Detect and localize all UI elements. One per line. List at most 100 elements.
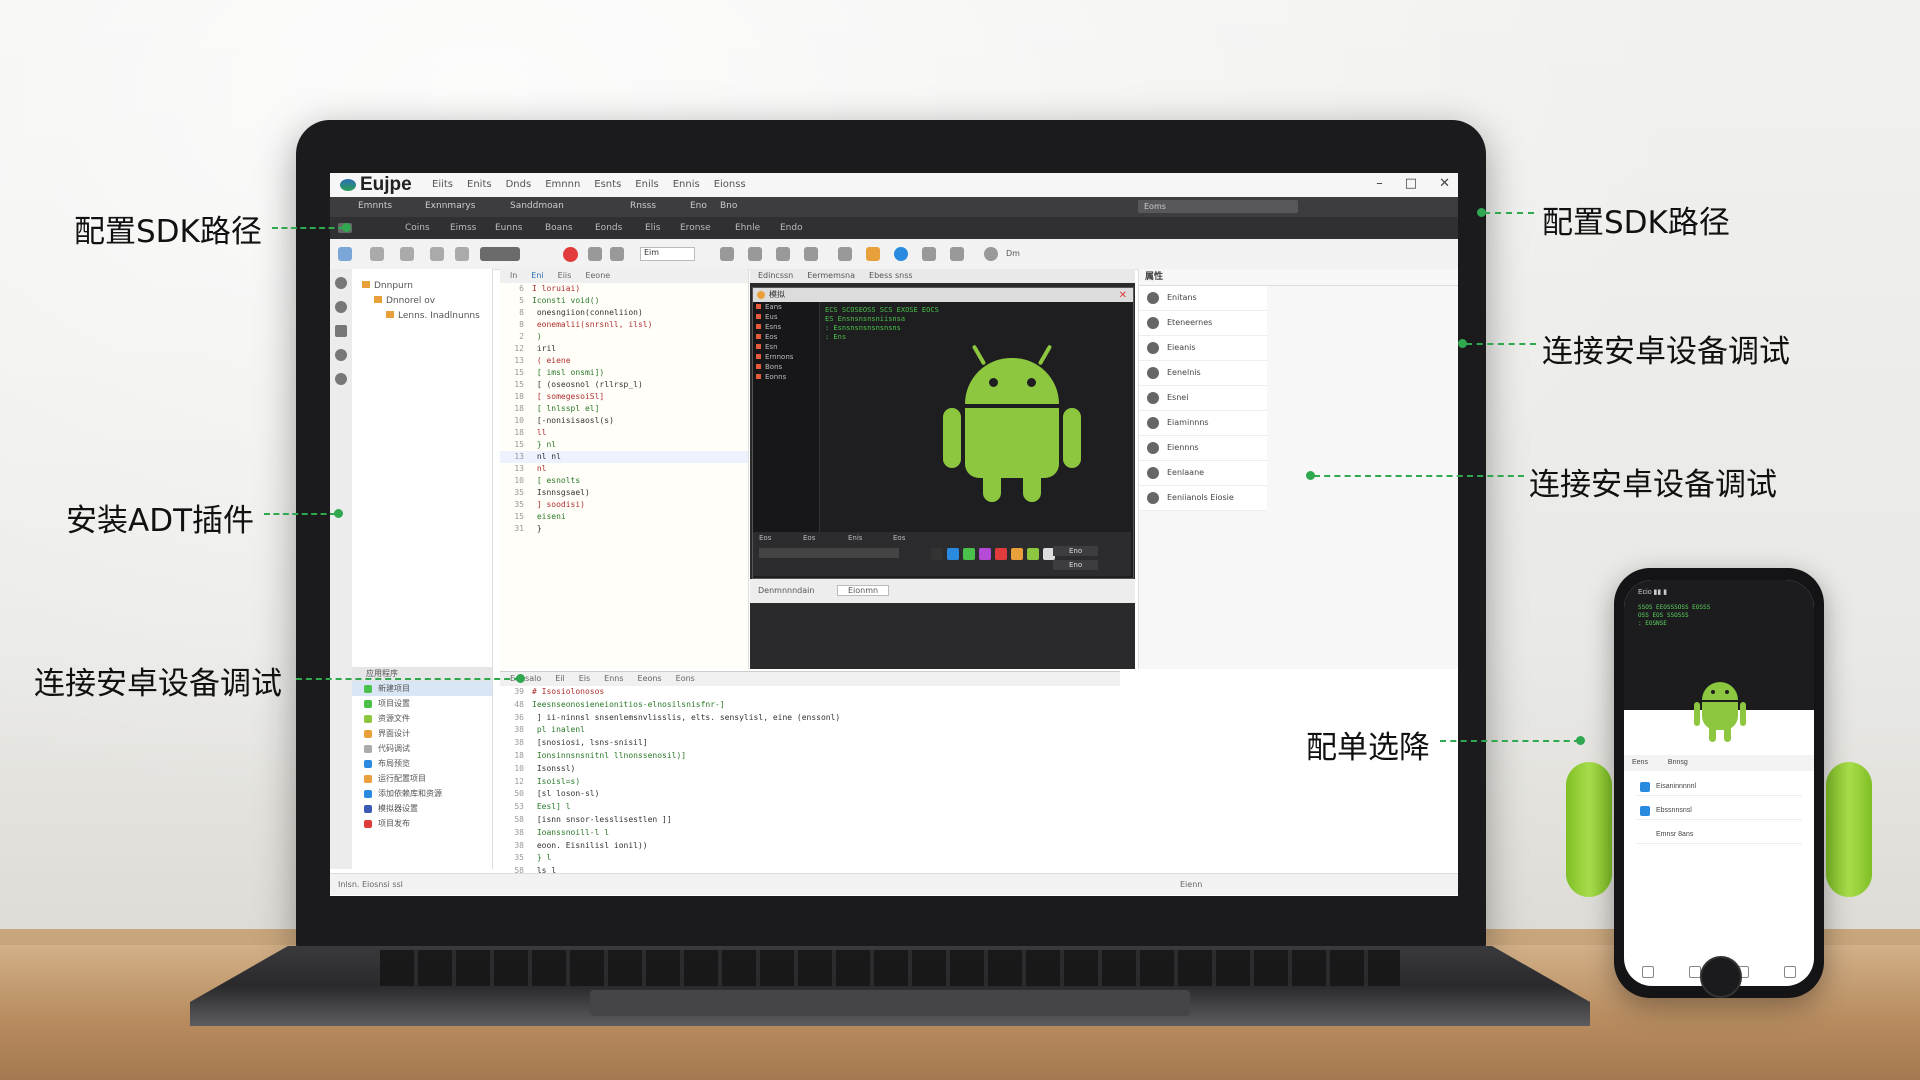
menu-item[interactable]: Ennis [673, 179, 700, 190]
menu-item[interactable]: Emnnn [545, 179, 580, 190]
emulator-tab[interactable]: Edincssn [758, 269, 793, 283]
property-row[interactable]: Eenlaane [1139, 461, 1267, 486]
menu-item[interactable]: Enits [467, 179, 492, 190]
property-row[interactable]: Enitans [1139, 286, 1267, 311]
target-icon[interactable] [838, 247, 852, 261]
undo-icon[interactable] [370, 247, 384, 261]
nav-menu-icon[interactable] [1784, 966, 1797, 978]
menu-item[interactable]: Enils [635, 179, 658, 190]
color-swatch[interactable] [995, 548, 1007, 560]
toolbar-item[interactable]: Eimss [450, 223, 476, 233]
layers-icon[interactable] [776, 247, 790, 261]
property-row[interactable]: Eteneernes [1139, 311, 1267, 336]
property-row[interactable]: Eiaminnns [1139, 411, 1267, 436]
tree-item[interactable]: Dnnorel ov [362, 294, 480, 309]
explorer-icon[interactable] [335, 277, 347, 289]
tree-item[interactable]: Lenns. Inadlnunns [362, 309, 480, 324]
nav-home-icon[interactable] [1641, 966, 1654, 978]
list-item[interactable]: 界面设计 [352, 726, 492, 741]
avd-manager-icon[interactable] [894, 247, 908, 261]
toolbar-item[interactable]: Rnsss [630, 201, 656, 211]
sync-icon[interactable] [922, 247, 936, 261]
toolbar-search-input[interactable]: Eoms [1138, 200, 1298, 213]
property-row[interactable]: Eeniianols Eiosie [1139, 486, 1267, 511]
color-swatch[interactable] [1027, 548, 1039, 560]
emulator-value[interactable]: Eno [1053, 546, 1099, 556]
emulator-sidebar-row[interactable]: Bons [753, 362, 819, 372]
redo-icon[interactable] [400, 247, 414, 261]
console-tab[interactable]: Eeons [638, 672, 662, 686]
maximize-icon[interactable]: □ [1405, 176, 1417, 191]
editor-tab[interactable]: Eeone [585, 269, 610, 283]
menu-item[interactable]: Eiits [432, 179, 453, 190]
toolbar-item[interactable]: Coins [405, 223, 430, 233]
emulator-sidebar-row[interactable]: Eos [753, 332, 819, 342]
minimize-icon[interactable]: – [1376, 176, 1383, 191]
stop-run-button[interactable] [563, 247, 578, 262]
editor-tab[interactable]: Eni [531, 269, 543, 283]
editor-tab[interactable]: Eiis [558, 269, 572, 283]
console-tab[interactable]: Eil [555, 672, 565, 686]
list-item[interactable]: 添加依赖库和资源 [352, 786, 492, 801]
link-icon[interactable] [720, 247, 734, 261]
console-tab[interactable]: Eis [579, 672, 590, 686]
list-item[interactable]: 运行配置项目 [352, 771, 492, 786]
emulator-sidebar-row[interactable]: Eonns [753, 372, 819, 382]
phone-list-item[interactable]: Eisaninnnnnl [1636, 778, 1802, 796]
diamond-icon[interactable] [430, 247, 444, 261]
back-icon[interactable] [455, 247, 469, 261]
color-swatch[interactable] [931, 548, 943, 560]
run-config-select[interactable]: Eim [640, 247, 695, 261]
code-editor[interactable]: ln Eni Eiis Eeone 6 I loruiai) 5 Iconsti vo… [500, 269, 749, 669]
menu-item[interactable]: Esnts [594, 179, 621, 190]
color-swatch[interactable] [963, 548, 975, 560]
property-row[interactable]: Eenelnis [1139, 361, 1267, 386]
menu-item[interactable]: Dnds [506, 179, 532, 190]
emulator-sidebar-row[interactable]: Eans [753, 302, 819, 312]
menu-item[interactable]: Eionss [714, 179, 746, 190]
list-item[interactable]: 布局预览 [352, 756, 492, 771]
toolbar-item[interactable]: Eronse [680, 223, 711, 233]
color-swatch[interactable] [979, 548, 991, 560]
sdk-manager-icon[interactable] [866, 247, 880, 261]
editor-tab[interactable]: ln [510, 269, 517, 283]
toolbar-item[interactable]: Bno [720, 201, 737, 211]
console-tab[interactable]: Eons [676, 672, 695, 686]
phone-home-button[interactable] [1700, 956, 1742, 998]
color-swatch[interactable] [1011, 548, 1023, 560]
console-tab[interactable]: Enns [604, 672, 623, 686]
emulator-slider[interactable] [759, 548, 899, 558]
toolbar-item[interactable]: Emnnts [358, 201, 392, 211]
debug-icon[interactable] [588, 247, 602, 261]
emulator-value[interactable]: Eno [1053, 560, 1099, 570]
toolbar-item[interactable]: Endo [780, 223, 803, 233]
phone-list-item[interactable]: Emnsr 8ans [1636, 826, 1802, 844]
user-icon[interactable] [335, 301, 347, 313]
toolbar-item[interactable]: Eno [690, 201, 707, 211]
toolbar-item[interactable]: Boans [545, 223, 573, 233]
list-item[interactable]: 资源文件 [352, 711, 492, 726]
toolbar-item[interactable]: Sanddmoan [510, 201, 564, 211]
phone-list-item[interactable]: Ebssnnsnsl [1636, 802, 1802, 820]
build-toggle-icon[interactable] [480, 247, 520, 261]
toolbar-item[interactable]: Ehnle [735, 223, 760, 233]
emulator-sidebar-row[interactable]: Esn [753, 342, 819, 352]
toolbar-item[interactable]: Exnnmarys [425, 201, 475, 211]
toolbar-item[interactable]: Eonds [595, 223, 622, 233]
list-item[interactable]: 模拟器设置 [352, 801, 492, 816]
footer-input[interactable]: Eionmn [836, 585, 890, 596]
home-icon[interactable] [338, 247, 352, 261]
property-row[interactable]: Eieanis [1139, 336, 1267, 361]
chat-icon[interactable] [804, 247, 818, 261]
emulator-tab[interactable]: Ebess snss [869, 269, 913, 283]
list-item[interactable]: 项目设置 [352, 696, 492, 711]
close-icon[interactable]: ✕ [1439, 176, 1450, 191]
emulator-sidebar-row[interactable]: Eus [753, 312, 819, 322]
list-item[interactable]: 代码调试 [352, 741, 492, 756]
globe-icon[interactable] [984, 247, 998, 261]
tree-item[interactable]: Dnnpurn [362, 279, 480, 294]
color-swatch[interactable] [947, 548, 959, 560]
cloud-icon[interactable] [335, 349, 347, 361]
toolbar-item[interactable]: Elis [645, 223, 660, 233]
toolbar-item[interactable]: Eunns [495, 223, 523, 233]
